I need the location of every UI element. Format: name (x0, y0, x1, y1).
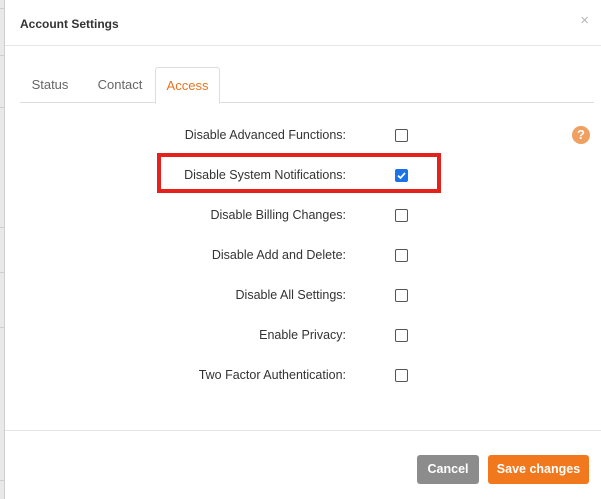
tab-access[interactable]: Access (155, 67, 220, 104)
dialog-footer: Cancel Save changes (5, 430, 601, 499)
account-settings-dialog: Account Settings × Status Contact Access… (4, 0, 601, 499)
setting-label: Disable Billing Changes: (210, 208, 347, 222)
dialog-header: Account Settings × (5, 0, 601, 46)
setting-label: Two Factor Authentication: (198, 368, 346, 382)
setting-row-two-factor-authentication: Two Factor Authentication: (5, 360, 601, 390)
disable-billing-changes-checkbox[interactable] (395, 209, 408, 222)
disable-all-settings-checkbox[interactable] (395, 289, 408, 302)
setting-row-disable-advanced-functions: Disable Advanced Functions: (5, 120, 601, 150)
cancel-button[interactable]: Cancel (417, 455, 479, 484)
disable-add-and-delete-checkbox[interactable] (395, 249, 408, 262)
dialog-title: Account Settings (20, 17, 119, 31)
setting-row-disable-all-settings: Disable All Settings: (5, 280, 601, 310)
setting-label: Disable Advanced Functions: (184, 128, 346, 142)
setting-row-enable-privacy: Enable Privacy: (5, 320, 601, 350)
setting-label: Enable Privacy: (259, 328, 346, 342)
two-factor-authentication-checkbox[interactable] (395, 369, 408, 382)
tab-status[interactable]: Status (20, 67, 80, 103)
highlight-box (157, 153, 441, 193)
disable-advanced-functions-checkbox[interactable] (395, 129, 408, 142)
setting-row-disable-add-and-delete: Disable Add and Delete: (5, 240, 601, 270)
save-changes-button[interactable]: Save changes (488, 455, 589, 484)
setting-label: Disable All Settings: (235, 288, 346, 302)
close-icon[interactable]: × (580, 13, 589, 28)
setting-label: Disable Add and Delete: (211, 248, 346, 262)
tab-contact[interactable]: Contact (87, 67, 153, 103)
enable-privacy-checkbox[interactable] (395, 329, 408, 342)
setting-row-disable-billing-changes: Disable Billing Changes: (5, 200, 601, 230)
tab-bar: Status Contact Access (20, 67, 594, 104)
